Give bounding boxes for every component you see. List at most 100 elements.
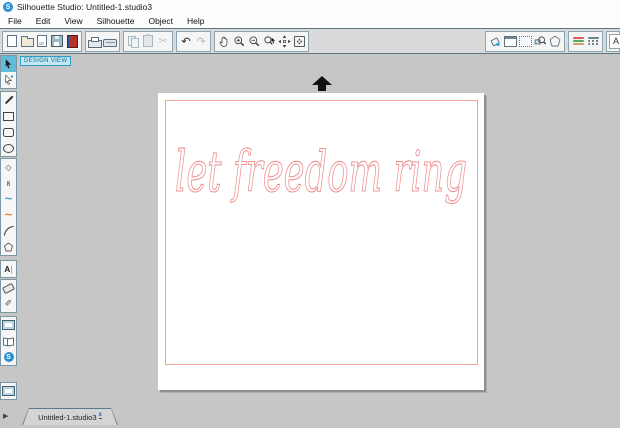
line-color-button[interactable] — [571, 33, 585, 50]
preview-button[interactable] — [1, 383, 16, 399]
text-style-button[interactable]: A — [609, 33, 620, 50]
rectangle-tool[interactable] — [1, 108, 16, 124]
polygon-tool[interactable]: ◇ — [1, 159, 16, 175]
point-editing-tool[interactable] — [1, 72, 16, 88]
trace-icon — [534, 36, 547, 44]
scissors-icon: ✂ — [158, 35, 168, 47]
point-edit-cursor-icon — [5, 74, 13, 85]
undo-button[interactable]: ↶ — [179, 33, 193, 50]
grid-settings-button[interactable] — [518, 33, 532, 50]
preview-monitor-icon — [2, 386, 15, 396]
toolbar-style-group — [568, 30, 603, 52]
library-book-icon — [66, 34, 78, 48]
eraser-icon — [2, 282, 15, 294]
copy-button[interactable] — [126, 33, 140, 50]
menu-edit[interactable]: Edit — [29, 16, 58, 26]
line-style-button[interactable] — [586, 33, 600, 50]
page-setup-button[interactable] — [503, 33, 517, 50]
save-icon — [37, 35, 47, 47]
knife-icon: ✐ — [4, 299, 13, 309]
save-to-library-button[interactable] — [50, 33, 64, 50]
trace-button[interactable] — [533, 33, 547, 50]
text-style-icon: A — [609, 33, 620, 49]
eraser-tool[interactable] — [1, 280, 16, 296]
select-tool[interactable] — [1, 56, 16, 72]
sidebar-draw-group: ◇ ∞ ~ ~ — [0, 158, 17, 256]
window-title: Silhouette Studio: Untitled-1.studio3 — [17, 2, 153, 12]
design-view-button[interactable] — [1, 317, 16, 333]
fit-to-page-button[interactable] — [292, 33, 306, 50]
toolbar-panel-group — [485, 30, 565, 52]
zoom-selection-button[interactable] — [262, 33, 276, 50]
rounded-rectangle-tool[interactable] — [1, 124, 16, 140]
library-view-button[interactable] — [1, 333, 16, 349]
printer-icon — [88, 36, 102, 48]
library-open-book-icon — [3, 338, 14, 345]
pan-button[interactable] — [217, 33, 231, 50]
paste-clipboard-icon — [143, 34, 153, 47]
sidebar-text-group: A | — [0, 260, 17, 278]
curve-tool[interactable]: ∞ — [1, 175, 16, 191]
drag-zoom-button[interactable] — [277, 33, 291, 50]
text-tool[interactable]: A | — [1, 261, 16, 277]
menu-silhouette[interactable]: Silhouette — [90, 16, 142, 26]
select-cursor-icon — [5, 59, 12, 69]
ellipse-tool[interactable] — [1, 140, 16, 156]
line-icon — [4, 95, 13, 105]
menu-view[interactable]: View — [57, 16, 89, 26]
workspace: ◇ ∞ ~ ~ A | ✐ S ▶ DESIGN VIEW let freedo… — [0, 54, 620, 428]
menu-object[interactable]: Object — [141, 16, 180, 26]
send-to-silhouette-button[interactable] — [103, 33, 117, 50]
save-button[interactable] — [35, 33, 49, 50]
line-tool[interactable] — [1, 92, 16, 108]
open-button[interactable] — [20, 33, 34, 50]
menu-help[interactable]: Help — [180, 16, 211, 26]
rounded-rectangle-icon — [3, 127, 14, 137]
cut-button[interactable]: ✂ — [156, 33, 170, 50]
store-button[interactable]: S — [1, 349, 16, 365]
cutting-mat-page[interactable]: let freedom ring — [158, 93, 484, 390]
toolbar-text-group: A — [606, 30, 620, 52]
new-document-button[interactable] — [5, 33, 19, 50]
knife-tool[interactable]: ✐ — [1, 296, 16, 312]
document-tab[interactable]: Untitled-1.studio3 x — [22, 408, 118, 425]
freehand-icon: ~ — [3, 192, 14, 205]
fill-panel-button[interactable] — [488, 33, 502, 50]
new-document-icon — [7, 35, 17, 47]
fit-to-page-icon — [293, 35, 305, 47]
arc-tool[interactable] — [1, 223, 16, 239]
redo-button[interactable]: ↷ — [194, 33, 208, 50]
artwork-svg: let freedom ring — [174, 139, 467, 205]
page-setup-icon — [503, 35, 517, 47]
line-color-icon — [572, 37, 584, 45]
zoom-selection-icon — [263, 35, 275, 45]
pan-hand-icon — [219, 36, 227, 47]
print-button[interactable] — [88, 33, 102, 50]
menu-file[interactable]: File — [1, 16, 29, 26]
feed-direction-arrow-icon — [310, 76, 334, 91]
cut-settings-button[interactable] — [548, 33, 562, 50]
curve-icon: ∞ — [3, 179, 13, 187]
sidebar-view-group: S — [0, 316, 17, 366]
smooth-freehand-tool[interactable]: ~ — [1, 207, 16, 223]
sidebar-modify-group: ✐ — [0, 279, 17, 313]
grid-icon — [518, 35, 532, 47]
design-canvas[interactable]: DESIGN VIEW let freedom ring Untitled-1.… — [17, 54, 620, 428]
floppy-disk-icon — [51, 35, 63, 47]
library-button[interactable] — [65, 33, 79, 50]
paste-button[interactable] — [141, 33, 155, 50]
freehand-tool[interactable]: ~ — [1, 191, 16, 207]
redo-icon: ↷ — [196, 34, 206, 48]
artwork-text[interactable]: let freedom ring — [174, 139, 467, 205]
zoom-in-button[interactable] — [232, 33, 246, 50]
app-logo-icon: S — [3, 2, 13, 12]
toolbar-output-group — [85, 30, 120, 52]
tab-close-icon[interactable]: x — [99, 412, 102, 419]
rectangle-icon — [3, 111, 14, 121]
sidebar-expand-button[interactable]: ▶ — [3, 412, 8, 420]
zoom-out-button[interactable] — [247, 33, 261, 50]
copy-icon — [128, 35, 139, 48]
regular-polygon-tool[interactable] — [1, 239, 16, 255]
smooth-freehand-icon: ~ — [3, 208, 14, 221]
pentagon-icon — [4, 242, 13, 252]
